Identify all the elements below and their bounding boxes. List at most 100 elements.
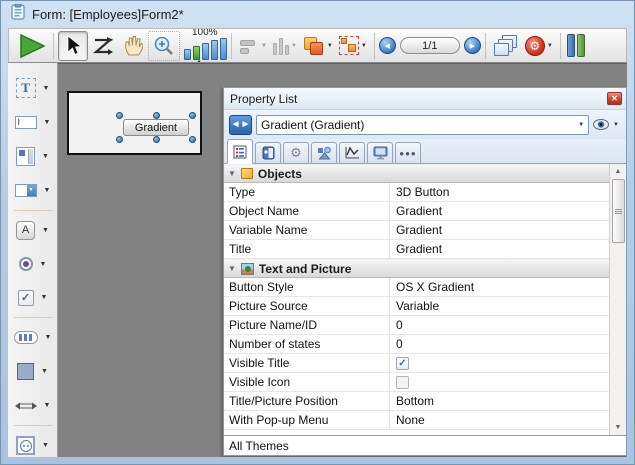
input-tool[interactable]: I▼ [15, 111, 51, 134]
distribute-button[interactable]: ▼ [270, 31, 300, 61]
distribute-dropdown-arrow[interactable]: ▼ [291, 43, 297, 49]
object-selector-arrow[interactable]: ▼ [578, 122, 584, 128]
plugin-tool-dropdown[interactable]: ▼ [42, 442, 49, 449]
navigate-objects-icon[interactable]: ◄► [229, 115, 252, 135]
disclosure-triangle-icon[interactable]: ▼ [228, 264, 236, 273]
zoom-scale-bars[interactable] [184, 38, 227, 60]
text-tool[interactable]: T▼ [16, 77, 50, 100]
next-page-button[interactable]: ▶ [464, 37, 481, 54]
selection-handle-top-left[interactable] [116, 112, 123, 119]
object-selector-dropdown[interactable]: Gradient (Gradient) ▼ [256, 115, 589, 135]
window-title: Form: [Employees]Form2* [32, 7, 184, 22]
zoom-tool-button[interactable] [148, 31, 180, 61]
preferences-dropdown-arrow[interactable]: ▼ [547, 43, 553, 49]
align-dropdown-arrow[interactable]: ▼ [261, 43, 267, 49]
display-options-button[interactable] [490, 31, 522, 61]
align-button[interactable]: ▼ [236, 31, 270, 61]
selection-handle-bottom-center[interactable] [153, 136, 160, 143]
button-tool-dropdown[interactable]: ▼ [42, 227, 49, 234]
close-icon[interactable]: ✕ [607, 92, 622, 105]
listbox-tool[interactable]: ▼ [16, 145, 49, 168]
form-canvas[interactable]: Gradient Property List ✕ ◄► [58, 63, 627, 457]
preferences-button[interactable]: ⚙ ▼ [522, 31, 556, 61]
group-dropdown-arrow[interactable]: ▼ [361, 43, 367, 49]
level-dropdown-arrow[interactable]: ▼ [327, 43, 333, 49]
property-list-panel: Property List ✕ ◄► Gradient (Gradient) ▼… [223, 87, 627, 456]
tab-database[interactable] [255, 142, 281, 163]
tab-objects[interactable] [311, 142, 337, 163]
themes-footer[interactable]: All Themes [224, 435, 626, 455]
previous-page-button[interactable]: ◀ [379, 37, 396, 54]
checkbox-tool[interactable]: ✓▼ [18, 286, 48, 309]
property-value[interactable] [390, 354, 609, 372]
tab-properties-list[interactable] [227, 139, 253, 164]
eye-dropdown-arrow[interactable]: ▼ [613, 122, 619, 128]
property-value[interactable]: Gradient [390, 202, 609, 220]
visibility-control[interactable]: ▼ [593, 119, 621, 130]
level-icon [303, 36, 325, 56]
tab-events[interactable]: ⚙ [283, 142, 309, 163]
selection-tool-button[interactable] [58, 31, 88, 61]
property-value[interactable]: 0 [390, 335, 609, 353]
property-name: With Pop-up Menu [224, 411, 390, 429]
property-value[interactable]: Gradient [390, 240, 609, 258]
radio-button-tool[interactable]: ▼ [19, 253, 47, 276]
disclosure-triangle-icon[interactable]: ▼ [228, 169, 236, 178]
execute-form-button[interactable] [15, 31, 49, 61]
property-checkbox[interactable] [396, 357, 409, 370]
gradient-3d-button[interactable]: Gradient [123, 119, 189, 136]
section-header-objects[interactable]: ▼Objects [224, 164, 609, 183]
splitter-tool[interactable]: ▼ [15, 394, 51, 417]
property-value[interactable]: None [390, 411, 609, 429]
input-tool-dropdown[interactable]: ▼ [44, 119, 51, 126]
toolbar-separator [374, 33, 375, 59]
entry-order-button[interactable] [88, 31, 118, 61]
selection-handle-bottom-right[interactable] [189, 136, 196, 143]
property-value[interactable]: 3D Button [390, 183, 609, 201]
radio-tool-dropdown[interactable]: ▼ [40, 261, 47, 268]
tab-more[interactable]: ●●● [395, 142, 421, 163]
combobox-tool[interactable]: ▼▼ [15, 179, 51, 202]
selection-handle-top-right[interactable] [189, 112, 196, 119]
level-button[interactable]: ▼ [300, 31, 336, 61]
splitter-tool-dropdown[interactable]: ▼ [44, 402, 51, 409]
rectangle-tool[interactable]: ▼ [17, 360, 48, 383]
gear-icon: ⚙ [290, 145, 302, 161]
move-tool-button[interactable] [118, 31, 148, 61]
property-value[interactable]: Variable [390, 297, 609, 315]
text-tool-dropdown[interactable]: ▼ [43, 85, 50, 92]
rectangle-tool-dropdown[interactable]: ▼ [41, 368, 48, 375]
group-button[interactable]: ▼ [336, 31, 370, 61]
plugin-area-tool[interactable]: ▼ [16, 434, 49, 457]
button-bar-dropdown[interactable]: ▼ [45, 334, 52, 341]
align-icon [239, 38, 259, 54]
section-header-text-and-picture[interactable]: ▼Text and Picture [224, 259, 609, 278]
property-value[interactable]: OS X Gradient [390, 278, 609, 296]
property-value[interactable]: 0 [390, 316, 609, 334]
tab-chart[interactable] [339, 142, 365, 163]
button-tool[interactable]: A▼ [16, 219, 49, 242]
property-value[interactable]: Gradient [390, 221, 609, 239]
scroll-up-arrow[interactable]: ▲ [611, 164, 626, 179]
library-books-icon[interactable] [567, 34, 585, 57]
scrollbar[interactable]: ▲ ▼ [609, 164, 626, 435]
scroll-down-arrow[interactable]: ▼ [611, 420, 626, 435]
combobox-tool-dropdown[interactable]: ▼ [44, 187, 51, 194]
move-tool-icon [123, 35, 143, 56]
selection-handle-bottom-left[interactable] [116, 136, 123, 143]
property-checkbox[interactable] [396, 376, 409, 389]
scroll-thumb[interactable] [612, 179, 625, 243]
button-bar-tool[interactable]: ▼ [14, 326, 52, 349]
shapes-icon [317, 146, 332, 160]
checkbox-tool-dropdown[interactable]: ▼ [41, 294, 48, 301]
tab-display[interactable] [367, 142, 393, 163]
zoom-scale-control[interactable]: 100% [184, 28, 227, 63]
form-design-area[interactable]: Gradient [67, 91, 202, 155]
listbox-tool-dropdown[interactable]: ▼ [42, 153, 49, 160]
property-name: Button Style [224, 278, 390, 296]
window-titlebar[interactable]: Form: [Employees]Form2* [1, 1, 634, 28]
property-value[interactable]: Bottom [390, 392, 609, 410]
property-list-titlebar[interactable]: Property List ✕ [224, 88, 626, 110]
property-value[interactable] [390, 373, 609, 391]
selection-handle-top-center[interactable] [153, 112, 160, 119]
